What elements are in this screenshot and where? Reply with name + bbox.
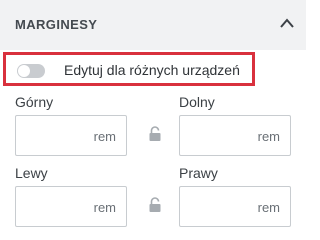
lock-icon[interactable]: [148, 126, 162, 142]
right-margin-input[interactable]: [186, 197, 260, 219]
responsive-toggle-row: Edytuj dla różnych urządzeń: [3, 52, 255, 86]
chevron-up-icon[interactable]: [279, 17, 295, 29]
responsive-toggle-label: Edytuj dla różnych urządzeń: [64, 62, 240, 78]
responsive-toggle-switch[interactable]: [17, 64, 45, 78]
top-margin-unit: rem: [93, 129, 116, 144]
top-margin-field[interactable]: rem: [15, 115, 127, 156]
lock-icon[interactable]: [148, 197, 162, 213]
bottom-margin-label: Dolny: [179, 94, 215, 110]
margins-panel: MARGINESY Edytuj dla różnych urządzeń Gó…: [0, 0, 306, 239]
right-margin-unit: rem: [257, 200, 280, 215]
left-margin-input[interactable]: [22, 197, 96, 219]
toggle-knob: [18, 65, 30, 77]
right-margin-label: Prawy: [179, 165, 218, 181]
left-margin-unit: rem: [93, 200, 116, 215]
bottom-margin-field[interactable]: rem: [179, 115, 291, 156]
top-margin-label: Górny: [15, 94, 54, 110]
bottom-margin-input[interactable]: [186, 126, 260, 148]
left-margin-label: Lewy: [15, 165, 48, 181]
top-margin-input[interactable]: [22, 126, 96, 148]
left-margin-field[interactable]: rem: [15, 186, 127, 227]
section-title: MARGINESY: [15, 17, 98, 32]
right-margin-field[interactable]: rem: [179, 186, 291, 227]
bottom-margin-unit: rem: [257, 129, 280, 144]
section-header[interactable]: MARGINESY: [0, 0, 306, 50]
